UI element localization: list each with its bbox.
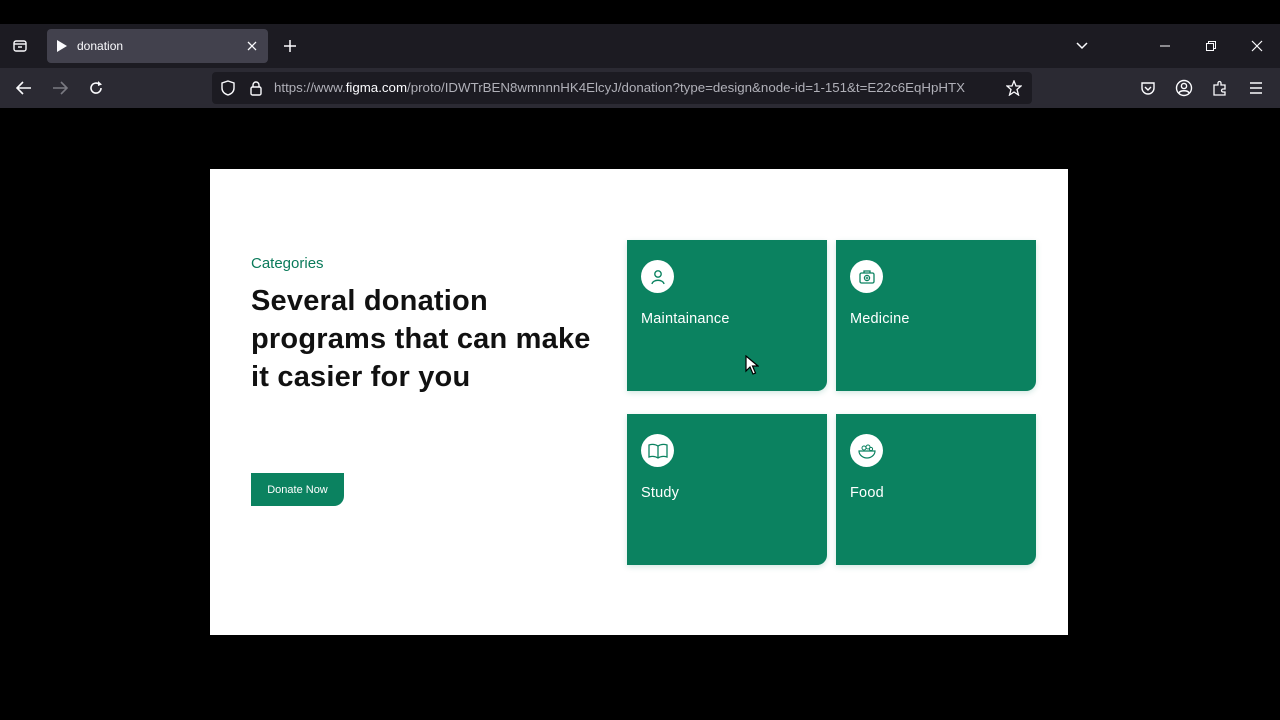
category-card-medicine[interactable]: Medicine: [836, 240, 1036, 391]
url-text[interactable]: https://www.figma.com/proto/IDWTrBEN8wmn…: [274, 80, 1000, 98]
mouse-cursor-icon: [745, 355, 759, 375]
section-eyebrow: Categories: [251, 255, 324, 272]
star-icon[interactable]: [1006, 80, 1022, 96]
book-icon: [641, 434, 674, 467]
donate-now-button[interactable]: Donate Now: [251, 473, 344, 506]
page-viewport: Categories Several donation programs tha…: [0, 108, 1280, 720]
chevron-down-icon[interactable]: [1072, 36, 1092, 56]
page-title: Several donation programs that can make …: [251, 285, 591, 393]
pocket-icon[interactable]: [1136, 76, 1160, 100]
medical-kit-icon: [850, 260, 883, 293]
close-icon[interactable]: [242, 36, 262, 56]
window-close-icon[interactable]: [1245, 34, 1269, 58]
url-path: /proto/IDWTrBEN8wmnnnHK4ElcyJ/donation?t…: [407, 80, 965, 95]
category-card-food[interactable]: Food: [836, 414, 1036, 565]
reload-icon[interactable]: [84, 76, 108, 100]
extensions-icon[interactable]: [1208, 76, 1232, 100]
prototype-frame: Categories Several donation programs tha…: [210, 169, 1068, 635]
tab-title: donation: [77, 39, 124, 53]
card-label: Medicine: [850, 311, 910, 327]
menu-icon[interactable]: [1244, 76, 1268, 100]
active-tab[interactable]: donation: [47, 29, 268, 63]
card-label: Food: [850, 485, 884, 501]
category-card-study[interactable]: Study: [627, 414, 827, 565]
category-card-maintainance[interactable]: Maintainance: [627, 240, 827, 391]
account-icon[interactable]: [1172, 76, 1196, 100]
card-label: Study: [641, 485, 680, 501]
url-bar[interactable]: https://www.figma.com/proto/IDWTrBEN8wmn…: [212, 72, 1032, 104]
url-domain: figma.com: [345, 80, 408, 95]
user-icon: [641, 260, 674, 293]
plus-icon[interactable]: [280, 36, 300, 56]
play-icon: [56, 40, 68, 52]
browser-tab-bar: donation: [0, 24, 1280, 68]
browser-nav-bar: https://www.figma.com/proto/IDWTrBEN8wmn…: [0, 68, 1280, 108]
food-bowl-icon: [850, 434, 883, 467]
url-prefix: https://www.: [274, 80, 346, 95]
forward-arrow-icon[interactable]: [48, 76, 72, 100]
restore-icon[interactable]: [1199, 34, 1223, 58]
lock-icon[interactable]: [248, 80, 264, 96]
minimize-icon[interactable]: [1153, 34, 1177, 58]
screen-top-edge: [0, 0, 1280, 24]
card-label: Maintainance: [641, 311, 730, 327]
shield-icon[interactable]: [220, 80, 236, 96]
firefox-view-icon[interactable]: [8, 34, 32, 58]
back-arrow-icon[interactable]: [12, 76, 36, 100]
